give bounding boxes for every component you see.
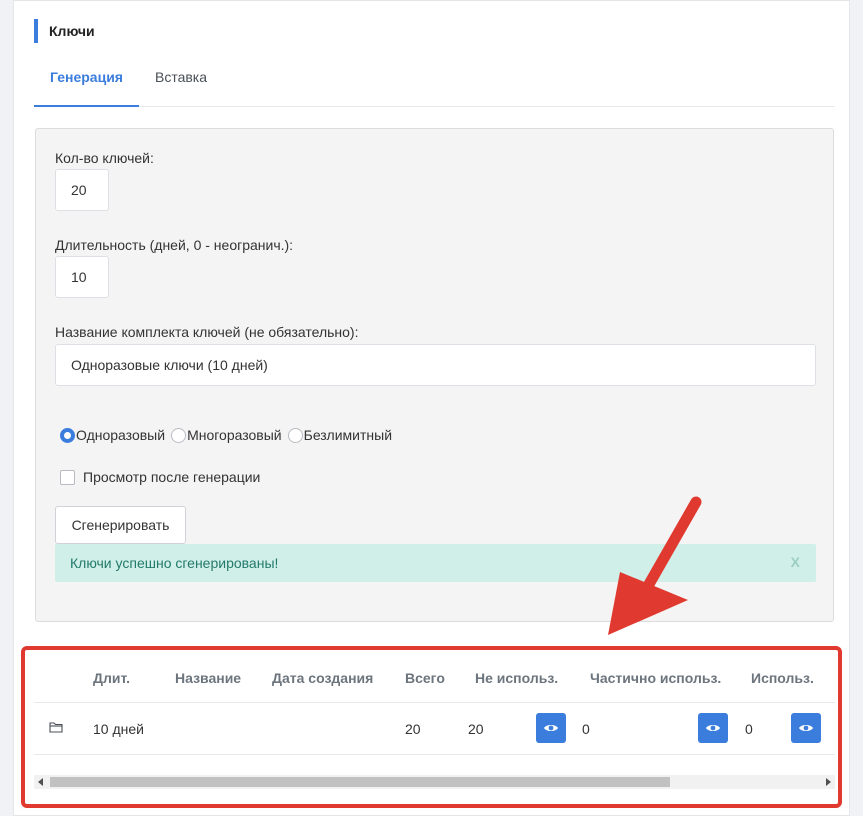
- radio-option-multi[interactable]: Многоразовый: [171, 427, 282, 443]
- tab-bar: Генерация Вставка: [34, 57, 835, 107]
- set-name-input[interactable]: Одноразовые ключи (10 дней): [55, 344, 816, 386]
- radio-label-unlimited: Безлимитный: [303, 427, 393, 443]
- view-unused-button[interactable]: [536, 713, 566, 743]
- keys-card: Ключи Генерация Вставка Кол-во ключей: 2…: [13, 0, 850, 816]
- key-count-input[interactable]: 20: [55, 169, 109, 211]
- radio-unchecked-icon[interactable]: [287, 427, 303, 443]
- radio-label-single: Одноразовый: [76, 427, 166, 443]
- radio-checked-icon[interactable]: [60, 427, 75, 443]
- key-type-radio-group: Одноразовый Многоразовый Безлимитный: [60, 427, 398, 443]
- radio-label-multi: Многоразовый: [187, 427, 282, 443]
- radio-option-single[interactable]: Одноразовый: [60, 427, 165, 443]
- generation-form-panel: Кол-во ключей: 20 Длительность (дней, 0 …: [35, 128, 834, 622]
- col-header-partial: Частично использ.: [590, 670, 722, 686]
- success-alert: Ключи успешно сгенерированы! X: [55, 544, 816, 582]
- view-used-button[interactable]: [791, 713, 821, 743]
- cell-used: 0: [745, 721, 753, 737]
- cell-unused: 20: [468, 721, 484, 737]
- folder-icon[interactable]: [49, 721, 63, 733]
- cell-total: 20: [405, 721, 421, 737]
- eye-icon: [799, 725, 813, 731]
- generate-button[interactable]: Сгенерировать: [55, 506, 186, 544]
- view-partial-button[interactable]: [698, 713, 728, 743]
- keys-table: Длит. Название Дата создания Всего Не ис…: [34, 651, 835, 791]
- horizontal-scrollbar[interactable]: [34, 775, 835, 789]
- col-header-unused: Не использ.: [475, 670, 559, 686]
- view-after-checkbox[interactable]: [60, 469, 75, 485]
- section-title: Ключи: [49, 23, 95, 39]
- eye-icon: [544, 725, 558, 731]
- duration-input[interactable]: 10: [55, 256, 109, 298]
- col-header-total: Всего: [405, 670, 445, 686]
- tab-insert[interactable]: Вставка: [139, 57, 223, 107]
- title-accent-bar: [34, 19, 38, 43]
- section-header: Ключи: [34, 19, 95, 43]
- cell-duration: 10 дней: [93, 721, 144, 737]
- eye-icon: [706, 725, 720, 731]
- radio-option-unlimited[interactable]: Безлимитный: [287, 427, 393, 443]
- scroll-left-icon[interactable]: [34, 775, 48, 789]
- view-after-checkbox-row[interactable]: Просмотр после генерации: [60, 469, 260, 485]
- key-count-label: Кол-во ключей:: [55, 150, 154, 166]
- table-row[interactable]: 10 дней 20 20 0 0: [34, 703, 835, 755]
- table-header-row: Длит. Название Дата создания Всего Не ис…: [34, 651, 835, 703]
- duration-label: Длительность (дней, 0 - неогранич.):: [55, 237, 294, 253]
- scrollbar-thumb[interactable]: [50, 777, 670, 787]
- alert-message: Ключи успешно сгенерированы!: [70, 555, 279, 571]
- col-header-duration: Длит.: [93, 670, 130, 686]
- col-header-used: Использ.: [751, 670, 814, 686]
- set-name-label: Название комплекта ключей (не обязательн…: [55, 324, 359, 340]
- radio-unchecked-icon[interactable]: [171, 427, 187, 443]
- col-header-name: Название: [175, 670, 242, 686]
- alert-close-button[interactable]: X: [791, 554, 800, 570]
- cell-partial: 0: [582, 721, 590, 737]
- col-header-created: Дата создания: [272, 670, 374, 686]
- view-after-label: Просмотр после генерации: [83, 469, 261, 485]
- tab-generation[interactable]: Генерация: [34, 57, 139, 107]
- scroll-right-icon[interactable]: [821, 775, 835, 789]
